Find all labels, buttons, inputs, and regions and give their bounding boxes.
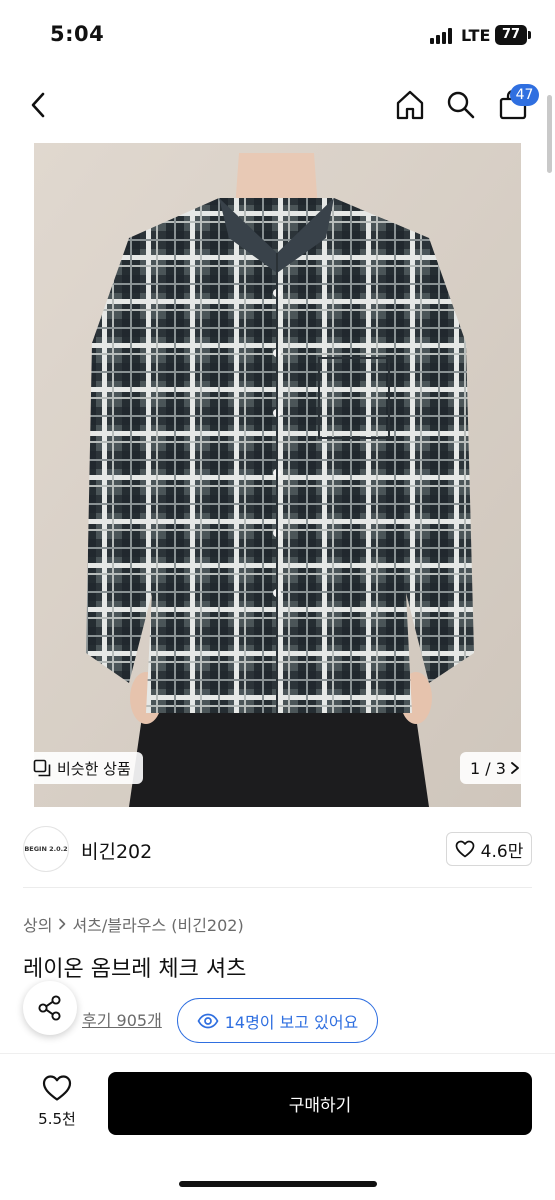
- viewers-text: 14명이 보고 있어요: [224, 1012, 359, 1032]
- bottom-action-bar: 5.5천 구매하기: [0, 1053, 555, 1200]
- image-page-counter[interactable]: 1 / 3: [460, 752, 530, 784]
- brand-logo[interactable]: BEGIN 2.0.2: [23, 826, 69, 872]
- network-type: LTE: [461, 26, 491, 45]
- viewers-badge: 14명이 보고 있어요: [177, 998, 378, 1043]
- breadcrumb-category[interactable]: 상의: [23, 912, 52, 936]
- status-time: 5:04: [50, 22, 105, 46]
- wishlist-count: 5.5천: [38, 1110, 76, 1128]
- cart-count-badge: 47: [510, 84, 539, 106]
- chevron-right-icon: [59, 918, 66, 930]
- product-image[interactable]: [34, 143, 521, 807]
- status-bar: 5:04 LTE 77: [0, 0, 555, 70]
- similar-products-button[interactable]: 비슷한 상품: [23, 752, 143, 784]
- page-counter-text: 1 / 3: [470, 758, 506, 778]
- back-button[interactable]: [18, 84, 60, 126]
- eye-icon: [197, 1013, 219, 1028]
- chevron-left-icon: [31, 92, 45, 118]
- heart-icon: [455, 840, 475, 858]
- brand-name[interactable]: 비긴202: [81, 837, 152, 864]
- scrollbar[interactable]: [547, 95, 552, 173]
- similar-icon: [33, 759, 51, 777]
- breadcrumb-subcategory[interactable]: 셔츠/블라우스 (비긴202): [72, 912, 243, 936]
- brand-like-button[interactable]: 4.6만: [446, 832, 532, 866]
- breadcrumb: 상의 셔츠/블라우스 (비긴202): [23, 912, 244, 936]
- brand-row[interactable]: BEGIN 2.0.2 비긴202 4.6만: [0, 818, 555, 888]
- product-photo: [34, 143, 521, 807]
- review-count-link[interactable]: 후기 905개: [82, 1007, 162, 1031]
- share-icon: [38, 995, 61, 1021]
- brand-like-count: 4.6만: [480, 841, 524, 862]
- battery-tip: [528, 31, 531, 39]
- signal-icon: [430, 28, 456, 44]
- nav-bar: [0, 70, 555, 140]
- search-icon: [447, 91, 475, 119]
- search-button[interactable]: [440, 84, 482, 126]
- home-icon: [396, 90, 424, 120]
- divider: [23, 887, 532, 888]
- home-indicator[interactable]: [179, 1181, 377, 1187]
- home-button[interactable]: [389, 84, 431, 126]
- battery-icon: 77: [495, 25, 527, 45]
- product-title: 레이온 옴브레 체크 셔츠: [23, 957, 247, 982]
- heart-icon: [42, 1075, 72, 1101]
- share-button[interactable]: [23, 981, 77, 1035]
- chevron-right-icon: [511, 762, 519, 774]
- similar-products-label: 비슷한 상품: [57, 759, 131, 778]
- buy-button[interactable]: 구매하기: [108, 1072, 532, 1135]
- wishlist-button[interactable]: 5.5천: [24, 1074, 90, 1134]
